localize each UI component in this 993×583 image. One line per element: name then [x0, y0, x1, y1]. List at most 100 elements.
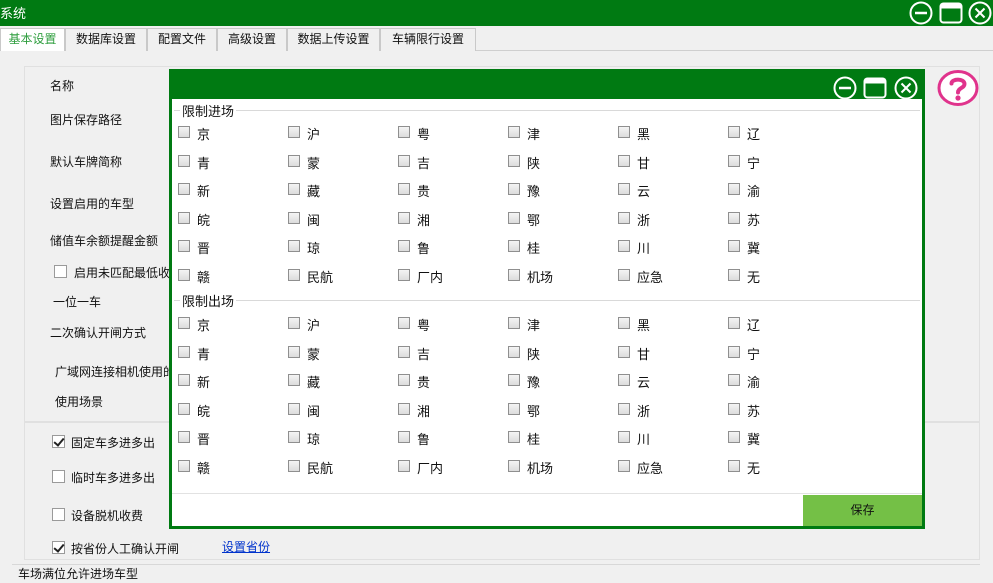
- checkbox-box[interactable]: [728, 269, 740, 281]
- province-manual-confirm-checkbox[interactable]: [52, 541, 65, 554]
- checkbox-box[interactable]: [398, 317, 410, 329]
- checkbox-box[interactable]: [508, 269, 520, 281]
- checkbox-box[interactable]: [178, 240, 190, 252]
- checkbox-box[interactable]: [178, 460, 190, 472]
- region-label: 藏: [307, 376, 321, 391]
- checkbox-box[interactable]: [618, 460, 630, 472]
- checkbox-box[interactable]: [398, 183, 410, 195]
- checkbox-box[interactable]: [728, 212, 740, 224]
- checkbox-box[interactable]: [398, 126, 410, 138]
- checkbox-box[interactable]: [178, 183, 190, 195]
- checkbox-box[interactable]: [618, 126, 630, 138]
- checkbox-box[interactable]: [398, 269, 410, 281]
- temp-multi-in-out-checkbox[interactable]: [52, 470, 65, 483]
- dialog-minimize-icon[interactable]: [833, 76, 857, 100]
- window-title: 系统: [0, 7, 27, 22]
- checkbox-box[interactable]: [618, 155, 630, 167]
- tab-vehicle-restriction-settings[interactable]: 车辆限行设置: [380, 28, 476, 51]
- checkbox-box[interactable]: [728, 240, 740, 252]
- checkbox-box[interactable]: [728, 155, 740, 167]
- checkbox-box[interactable]: [288, 126, 300, 138]
- region-label: 蒙: [307, 157, 321, 172]
- checkbox-box[interactable]: [618, 317, 630, 329]
- checkbox-box[interactable]: [288, 212, 300, 224]
- checkbox-box[interactable]: [288, 374, 300, 386]
- checkbox-box[interactable]: [508, 374, 520, 386]
- checkbox-box[interactable]: [508, 403, 520, 415]
- checkbox-box[interactable]: [398, 155, 410, 167]
- checkbox-box[interactable]: [618, 212, 630, 224]
- save-button[interactable]: 保存: [803, 495, 922, 526]
- checkbox-box[interactable]: [288, 403, 300, 415]
- checkbox-box[interactable]: [288, 460, 300, 472]
- tab-advanced-settings[interactable]: 高级设置: [217, 28, 287, 51]
- checkbox-box[interactable]: [618, 431, 630, 443]
- checkbox-box[interactable]: [508, 212, 520, 224]
- checkbox-box[interactable]: [508, 346, 520, 358]
- checkbox-box[interactable]: [618, 346, 630, 358]
- checkbox-box[interactable]: [618, 240, 630, 252]
- checkbox-box[interactable]: [728, 183, 740, 195]
- checkbox-box[interactable]: [728, 126, 740, 138]
- checkbox-box[interactable]: [398, 212, 410, 224]
- checkbox-box[interactable]: [508, 155, 520, 167]
- checkbox-box[interactable]: [178, 126, 190, 138]
- checkbox-box[interactable]: [508, 431, 520, 443]
- checkbox-box[interactable]: [728, 460, 740, 472]
- dialog-maximize-icon[interactable]: [863, 76, 887, 100]
- checkbox-box[interactable]: [288, 431, 300, 443]
- checkbox-box[interactable]: [398, 240, 410, 252]
- minimize-icon[interactable]: [909, 1, 933, 25]
- region-label: 蒙: [307, 348, 321, 363]
- maximize-icon[interactable]: [939, 1, 963, 25]
- unmatched-min-checkbox[interactable]: [54, 265, 67, 278]
- checkbox-box[interactable]: [508, 240, 520, 252]
- checkbox-box[interactable]: [508, 460, 520, 472]
- checkbox-box[interactable]: [178, 346, 190, 358]
- checkbox-box[interactable]: [618, 403, 630, 415]
- checkbox-box[interactable]: [728, 317, 740, 329]
- checkbox-box[interactable]: [288, 269, 300, 281]
- offline-charge-checkbox[interactable]: [52, 508, 65, 521]
- checkbox-box[interactable]: [288, 183, 300, 195]
- region-label: 川: [637, 242, 651, 257]
- checkbox-box[interactable]: [178, 374, 190, 386]
- checkbox-box[interactable]: [618, 183, 630, 195]
- checkbox-box[interactable]: [508, 126, 520, 138]
- checkbox-box[interactable]: [398, 403, 410, 415]
- checkbox-box[interactable]: [728, 431, 740, 443]
- checkbox-box[interactable]: [398, 431, 410, 443]
- checkbox-box[interactable]: [178, 317, 190, 329]
- tab-config-file[interactable]: 配置文件: [147, 28, 217, 51]
- fixed-multi-in-out-checkbox[interactable]: [52, 435, 65, 448]
- checkbox-box[interactable]: [178, 269, 190, 281]
- set-province-link[interactable]: 设置省份: [222, 538, 270, 555]
- checkbox-box[interactable]: [618, 374, 630, 386]
- tab-basic-settings[interactable]: 基本设置: [0, 28, 65, 51]
- help-icon[interactable]: [937, 69, 979, 107]
- close-icon[interactable]: [968, 1, 992, 25]
- checkbox-box[interactable]: [288, 346, 300, 358]
- checkbox-box[interactable]: [178, 155, 190, 167]
- checkbox-box[interactable]: [508, 183, 520, 195]
- checkbox-box[interactable]: [398, 374, 410, 386]
- tab-data-upload-settings[interactable]: 数据上传设置: [287, 28, 380, 51]
- checkbox-box[interactable]: [618, 269, 630, 281]
- dialog-close-icon[interactable]: [894, 76, 918, 100]
- usage-scene-label: 使用场景: [55, 395, 104, 409]
- checkbox-box[interactable]: [398, 460, 410, 472]
- checkbox-box[interactable]: [288, 240, 300, 252]
- checkbox-box[interactable]: [728, 374, 740, 386]
- exit-group-border: [174, 300, 920, 301]
- checkbox-box[interactable]: [178, 403, 190, 415]
- checkbox-box[interactable]: [508, 317, 520, 329]
- checkbox-box[interactable]: [398, 346, 410, 358]
- tab-database-settings[interactable]: 数据库设置: [65, 28, 147, 51]
- checkbox-box[interactable]: [288, 317, 300, 329]
- checkbox-box[interactable]: [728, 403, 740, 415]
- checkbox-box[interactable]: [728, 346, 740, 358]
- region-label: 渝: [747, 185, 761, 200]
- checkbox-box[interactable]: [288, 155, 300, 167]
- checkbox-box[interactable]: [178, 212, 190, 224]
- checkbox-box[interactable]: [178, 431, 190, 443]
